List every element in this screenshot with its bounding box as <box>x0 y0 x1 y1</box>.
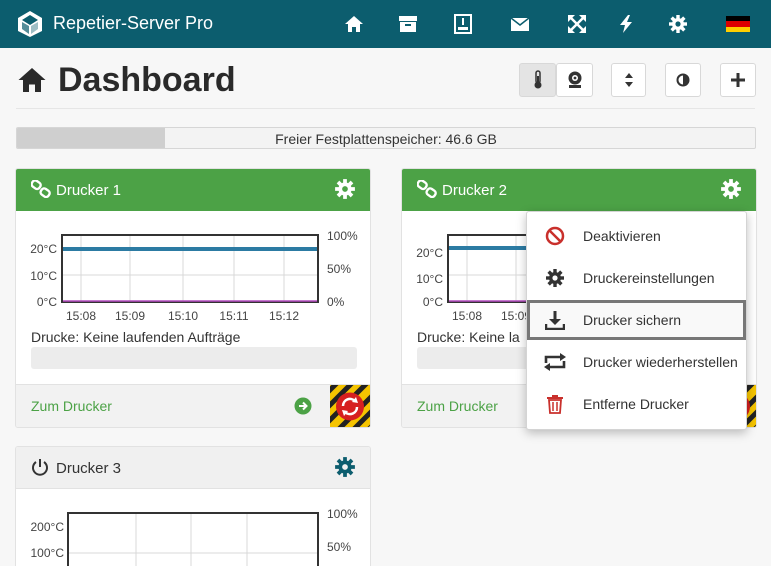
gear-icon[interactable] <box>720 178 742 200</box>
y-right-tick: 100% <box>327 507 358 521</box>
menu-item-remove-printer[interactable]: Entferne Drucker <box>527 384 746 424</box>
home-icon[interactable] <box>342 12 366 36</box>
temperature-chart: 200°C 100°C 100% 50% <box>31 507 358 566</box>
mail-icon[interactable] <box>508 12 532 36</box>
webcam-view-button[interactable] <box>556 63 593 97</box>
page-title: Dashboard <box>16 60 236 100</box>
printer-card-header[interactable]: Drucker 1 <box>16 169 370 211</box>
x-tick: 15:08 <box>66 309 96 323</box>
menu-item-printer-settings[interactable]: Druckereinstellungen <box>527 258 746 298</box>
menu-item-restore-printer[interactable]: Drucker wiederherstellen <box>527 342 746 382</box>
home-icon <box>18 68 46 92</box>
menu-item-label: Deaktivieren <box>583 228 661 244</box>
menu-item-label: Drucker sichern <box>583 312 682 328</box>
contrast-icon <box>676 73 690 87</box>
x-tick: 15:09 <box>115 309 145 323</box>
add-printer-button[interactable] <box>720 63 756 97</box>
thermometer-icon <box>534 70 541 89</box>
printer-card-1: Drucker 1 20°C 10°C 0°C 100% 50% 0% 15:0… <box>15 168 371 428</box>
german-flag[interactable] <box>726 16 750 32</box>
power-icon <box>32 459 48 476</box>
printer-options-menu: Deaktivieren Druckereinstellungen Drucke… <box>526 211 747 430</box>
y-left-tick: 0°C <box>37 295 57 309</box>
trash-icon <box>547 395 563 414</box>
link-icon <box>31 180 51 198</box>
menu-item-label: Drucker wiederherstellen <box>583 354 738 370</box>
x-tick: 15:10 <box>168 309 198 323</box>
repetier-logo-icon[interactable] <box>16 10 44 38</box>
gear-icon[interactable] <box>334 456 356 478</box>
menu-item-label: Entferne Drucker <box>583 396 689 412</box>
print-jobs-label: Drucke: Keine la <box>417 329 520 345</box>
archive-icon[interactable] <box>396 12 420 36</box>
printer-name: Drucker 1 <box>56 182 122 199</box>
contrast-button[interactable] <box>665 63 701 97</box>
print-progress-bar <box>31 347 357 369</box>
ban-icon <box>545 226 565 246</box>
y-right-tick: 0% <box>327 295 345 309</box>
webcam-icon <box>568 71 581 88</box>
print-jobs-label: Drucke: Keine laufenden Aufträge <box>31 329 241 345</box>
x-tick: 15:12 <box>269 309 299 323</box>
x-tick: 15:11 <box>219 309 248 323</box>
arrow-right-circle-icon[interactable] <box>294 397 312 415</box>
y-left-tick: 200°C <box>31 520 65 534</box>
top-navbar: Repetier-Server Pro <box>0 0 771 48</box>
sort-icon <box>624 73 633 87</box>
temperature-chart: 20°C 10°C 0°C 100% 50% 0% 15:08 15:09 15… <box>30 229 358 323</box>
y-left-tick: 10°C <box>416 272 443 286</box>
y-left-tick: 20°C <box>416 246 443 260</box>
y-left-tick: 20°C <box>30 242 57 256</box>
page-title-text: Dashboard <box>58 60 236 99</box>
open-printer-link[interactable]: Zum Drucker <box>31 398 112 414</box>
download-icon <box>545 311 565 330</box>
y-left-tick: 100°C <box>31 546 65 560</box>
menu-item-label: Druckereinstellungen <box>583 270 715 286</box>
gear-icon <box>546 269 564 287</box>
open-printer-link[interactable]: Zum Drucker <box>417 398 498 414</box>
temperature-view-button[interactable] <box>519 63 556 97</box>
printer-icon[interactable] <box>451 12 475 36</box>
y-right-tick: 100% <box>327 229 358 243</box>
title-divider <box>16 108 755 109</box>
restore-icon <box>544 353 566 371</box>
gear-icon[interactable] <box>334 178 356 200</box>
sort-button[interactable] <box>611 63 646 97</box>
app-title[interactable]: Repetier-Server Pro <box>53 13 213 34</box>
y-left-tick: 0°C <box>423 295 443 309</box>
printer-card-header[interactable]: Drucker 2 <box>402 169 756 211</box>
y-right-tick: 50% <box>327 262 351 276</box>
y-left-tick: 10°C <box>30 269 57 283</box>
fullscreen-icon[interactable] <box>565 12 589 36</box>
menu-item-deactivate[interactable]: Deaktivieren <box>527 216 746 256</box>
y-right-tick: 50% <box>327 540 351 554</box>
printer-card-3: Drucker 3 200°C 100°C 100% 50% <box>15 446 371 566</box>
printer-card-header[interactable]: Drucker 3 <box>16 447 370 489</box>
x-tick: 15:08 <box>452 309 482 323</box>
link-icon <box>417 180 437 198</box>
emergency-stop-button[interactable] <box>330 385 370 428</box>
menu-item-backup-printer[interactable]: Drucker sichern <box>527 300 746 340</box>
printer-name: Drucker 2 <box>442 182 508 199</box>
printer-card-footer: Zum Drucker <box>16 384 370 428</box>
disk-space-label: Freier Festplattenspeicher: 46.6 GB <box>275 131 497 147</box>
printer-name: Drucker 3 <box>56 460 122 477</box>
plus-icon <box>731 73 745 87</box>
bolt-icon[interactable] <box>614 12 638 36</box>
settings-icon[interactable] <box>666 12 690 36</box>
disk-space-bar: Freier Festplattenspeicher: 46.6 GB <box>16 127 756 149</box>
